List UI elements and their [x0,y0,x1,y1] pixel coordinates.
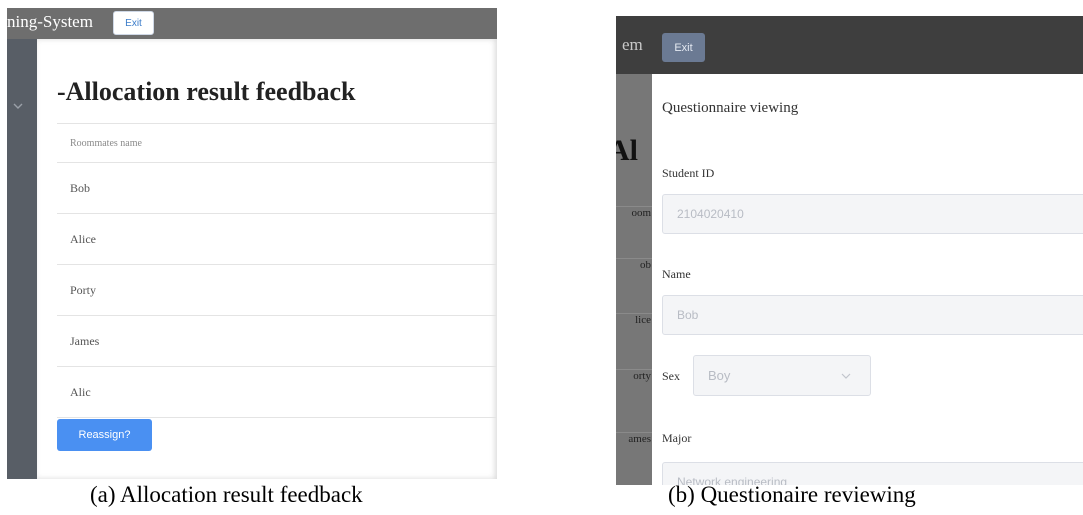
background-table-row: orty [616,369,652,382]
chevron-down-icon[interactable] [11,99,25,113]
background-table-row: lice [616,313,652,326]
sex-select-value: Boy [708,368,731,383]
app-title: em [622,35,643,54]
background-table-row: oom [616,206,652,219]
student-id-label: Student ID [662,166,715,180]
sex-label: Sex [662,369,680,383]
app-title: ning-System [7,12,93,31]
table-row: Alice [57,214,497,265]
exit-button[interactable]: Exit [662,33,705,62]
table-row: Bob [57,163,497,214]
table-row: James [57,316,497,367]
table-row: Porty [57,265,497,316]
name-label: Name [662,267,691,281]
name-field[interactable]: Bob [662,295,1083,335]
table-header: Roommates name [57,124,497,163]
background-table-row: ames [616,432,652,445]
main-content: -Allocation result feedback Roommates na… [37,39,497,479]
top-header-bar: em Exit [616,16,1083,74]
caption-b: (b) Questionaire reviewing [668,482,916,507]
exit-button[interactable]: Exit [113,11,154,35]
student-id-field[interactable]: 2104020410 [662,194,1083,234]
background-table-row: ob [616,258,652,271]
table-row: Alic [57,367,497,418]
background-page-title: Al [616,134,638,167]
roommates-table: Roommates name Bob Alice Porty James Ali… [57,123,497,418]
allocation-result-screenshot: ning-System Exit -Allocation result feed… [7,8,497,479]
sidebar [7,39,37,479]
questionnaire-viewing-screenshot: em Exit Al oom ob lice orty ames Questio… [616,16,1083,485]
page-title: -Allocation result feedback [57,77,356,106]
questionnaire-dialog: Questionnaire viewing Student ID 2104020… [652,74,1083,485]
major-label: Major [662,431,692,445]
reassign-button[interactable]: Reassign? [57,419,152,451]
overlay-background: Al oom ob lice orty ames [616,74,652,485]
dialog-title: Questionnaire viewing [662,100,799,116]
sex-select[interactable]: Boy [693,355,871,396]
chevron-down-icon [841,373,851,379]
top-header-bar: ning-System Exit [7,8,497,39]
caption-a: (a) Allocation result feedback [90,482,363,507]
